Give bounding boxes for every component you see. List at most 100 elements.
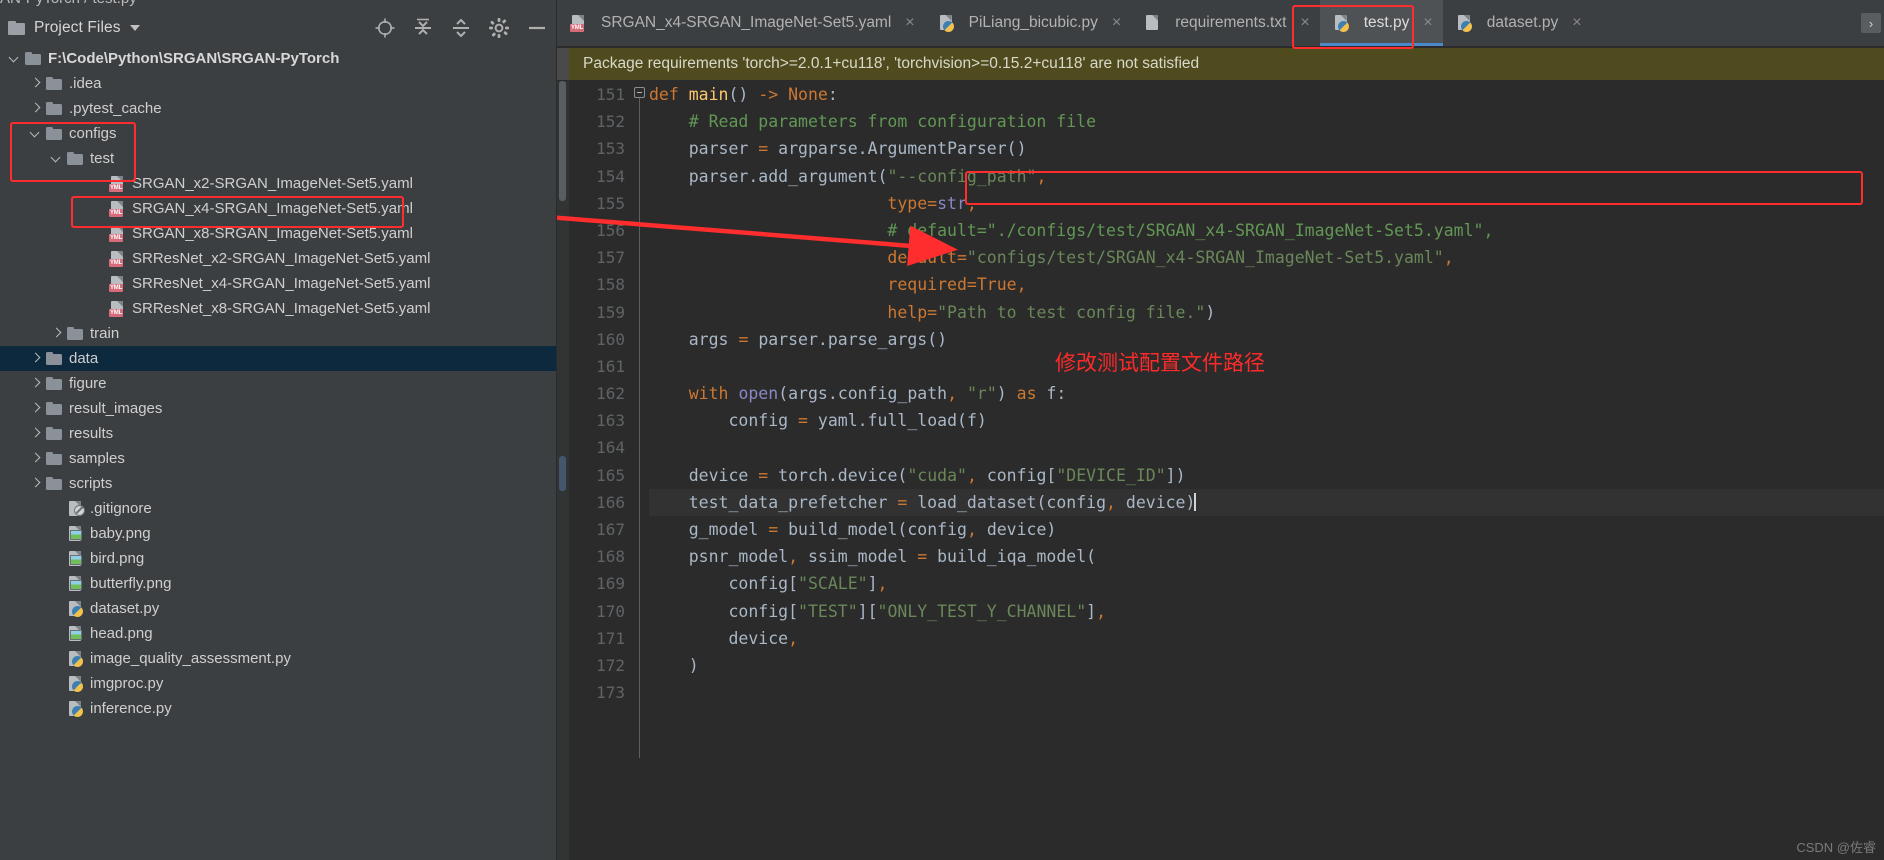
code-line[interactable]: type=str, — [649, 190, 1884, 217]
code-line[interactable]: psnr_model, ssim_model = build_iqa_model… — [649, 543, 1884, 570]
code-folding-column[interactable] — [631, 81, 649, 860]
chevron-down-icon[interactable] — [50, 152, 63, 165]
code-line[interactable]: device = torch.device("cuda", config["DE… — [649, 462, 1884, 489]
code-editor[interactable]: 151 152 153 154 155 156 157 158 159 160 161 162 163 1… — [557, 81, 1884, 860]
code-line[interactable]: def main() -> None: — [649, 81, 1884, 108]
code-line[interactable]: default="configs/test/SRGAN_x4-SRGAN_Ima… — [649, 244, 1884, 271]
tree-row[interactable]: .pytest_cache — [0, 96, 556, 121]
tree-row[interactable]: data — [0, 346, 556, 371]
code-line[interactable]: # default="./configs/test/SRGAN_x4-SRGAN… — [649, 217, 1884, 244]
tree-row[interactable]: butterfly.png — [0, 571, 556, 596]
code-line[interactable]: required=True, — [649, 271, 1884, 298]
editor-tab[interactable]: YML SRGAN_x4-SRGAN_ImageNet-Set5.yaml × — [557, 0, 925, 46]
chevron-right-icon[interactable] — [29, 477, 42, 490]
chevron-right-icon[interactable] — [29, 377, 42, 390]
tree-row[interactable]: YML SRResNet_x8-SRGAN_ImageNet-Set5.yaml — [0, 296, 556, 321]
code-line[interactable] — [649, 679, 1884, 706]
editor-tab[interactable]: dataset.py × — [1443, 0, 1592, 46]
close-icon[interactable]: × — [1423, 14, 1432, 32]
project-file-tree[interactable]: F:\Code\Python\SRGAN\SRGAN-PyTorch .idea.… — [0, 46, 556, 860]
tree-row[interactable]: F:\Code\Python\SRGAN\SRGAN-PyTorch — [0, 46, 556, 71]
code-line[interactable]: g_model = build_model(config, device) — [649, 516, 1884, 543]
code-line[interactable]: config["SCALE"], — [649, 570, 1884, 597]
chevron-down-icon[interactable] — [29, 127, 42, 140]
code-line[interactable]: parser = argparse.ArgumentParser() — [649, 135, 1884, 162]
code-line[interactable]: ) — [649, 652, 1884, 679]
tree-row[interactable]: head.png — [0, 621, 556, 646]
expand-all-icon[interactable] — [412, 17, 434, 39]
settings-gear-icon[interactable] — [488, 17, 510, 39]
editor-tab[interactable]: PiLiang_bicubic.py × — [925, 0, 1132, 46]
code-line[interactable] — [649, 434, 1884, 461]
editor-tab-label: requirements.txt — [1175, 14, 1287, 31]
close-icon[interactable]: × — [1572, 14, 1581, 32]
tree-row[interactable]: results — [0, 421, 556, 446]
tree-row-label: baby.png — [90, 525, 151, 542]
chevron-right-icon[interactable] — [29, 77, 42, 90]
code-line[interactable] — [649, 353, 1884, 380]
code-line[interactable]: with open(args.config_path, "r") as f: — [649, 380, 1884, 407]
chevron-right-icon[interactable] — [50, 327, 63, 340]
editor-tab[interactable]: requirements.txt × — [1131, 0, 1319, 46]
tree-row[interactable]: imgproc.py — [0, 671, 556, 696]
tree-row[interactable]: .idea — [0, 71, 556, 96]
tree-row[interactable]: configs — [0, 121, 556, 146]
tree-row[interactable]: .gitignore — [0, 496, 556, 521]
source-code[interactable]: def main() -> None: # Read parameters fr… — [649, 81, 1884, 860]
project-panel-header: Project Files — [0, 10, 556, 46]
code-line[interactable]: device, — [649, 625, 1884, 652]
tree-row-label: train — [90, 325, 120, 342]
close-icon[interactable]: × — [905, 14, 914, 32]
line-number: 153 — [596, 139, 625, 159]
fold-collapse-icon[interactable] — [634, 87, 645, 98]
tree-row-label: SRGAN_x8-SRGAN_ImageNet-Set5.yaml — [132, 225, 413, 242]
close-icon[interactable]: × — [1112, 14, 1121, 32]
code-line[interactable]: config["TEST"]["ONLY_TEST_Y_CHANNEL"], — [649, 598, 1884, 625]
chevron-right-icon[interactable] — [29, 427, 42, 440]
code-line[interactable]: config = yaml.full_load(f) — [649, 407, 1884, 434]
text-file-icon — [1143, 15, 1161, 31]
locate-icon[interactable] — [374, 17, 396, 39]
chevron-right-icon[interactable] — [29, 352, 42, 365]
tree-row[interactable]: test — [0, 146, 556, 171]
tree-row[interactable]: samples — [0, 446, 556, 471]
chevron-right-icon[interactable] — [29, 452, 42, 465]
tree-row[interactable]: bird.png — [0, 546, 556, 571]
scroll-thumb[interactable] — [559, 81, 566, 201]
tree-row[interactable]: image_quality_assessment.py — [0, 646, 556, 671]
chevron-right-icon[interactable] — [29, 102, 42, 115]
code-line[interactable]: # Read parameters from configuration fil… — [649, 108, 1884, 135]
code-line[interactable]: test_data_prefetcher = load_dataset(conf… — [649, 488, 1884, 516]
hide-panel-icon[interactable] — [526, 17, 548, 39]
code-line[interactable]: help="Path to test config file.") — [649, 299, 1884, 326]
tree-row[interactable]: figure — [0, 371, 556, 396]
tree-row[interactable]: result_images — [0, 396, 556, 421]
tree-row[interactable]: inference.py — [0, 696, 556, 721]
python-file-icon — [66, 701, 84, 717]
python-file-icon — [937, 15, 955, 32]
tree-row[interactable]: dataset.py — [0, 596, 556, 621]
tree-row[interactable]: YML SRGAN_x8-SRGAN_ImageNet-Set5.yaml — [0, 221, 556, 246]
chevron-down-icon[interactable] — [129, 25, 140, 31]
collapse-all-icon[interactable] — [450, 17, 472, 39]
chevron-right-icon[interactable] — [29, 402, 42, 415]
tree-row[interactable]: YML SRGAN_x2-SRGAN_ImageNet-Set5.yaml — [0, 171, 556, 196]
tree-row[interactable]: scripts — [0, 471, 556, 496]
tree-row[interactable]: train — [0, 321, 556, 346]
line-number: 163 — [596, 411, 625, 431]
chevron-right-icon: › — [1861, 13, 1881, 33]
editor-tab-bar[interactable]: YML SRGAN_x4-SRGAN_ImageNet-Set5.yaml × PiL… — [557, 0, 1884, 46]
tree-row[interactable]: YML SRResNet_x2-SRGAN_ImageNet-Set5.yaml — [0, 246, 556, 271]
editor-tab[interactable]: test.py × — [1319, 0, 1443, 46]
project-panel-title: Project Files — [34, 19, 121, 36]
code-line[interactable]: parser.add_argument("--config_path", — [649, 163, 1884, 190]
tree-row[interactable]: YML SRResNet_x4-SRGAN_ImageNet-Set5.yaml — [0, 271, 556, 296]
tab-scroll-right-button[interactable]: › — [1858, 0, 1884, 46]
tree-row[interactable]: baby.png — [0, 521, 556, 546]
chevron-down-icon[interactable] — [8, 52, 21, 65]
tree-row[interactable]: YML SRGAN_x4-SRGAN_ImageNet-Set5.yaml — [0, 196, 556, 221]
code-line[interactable]: args = parser.parse_args() — [649, 326, 1884, 353]
tree-row-label: bird.png — [90, 550, 145, 567]
close-icon[interactable]: × — [1300, 14, 1309, 32]
